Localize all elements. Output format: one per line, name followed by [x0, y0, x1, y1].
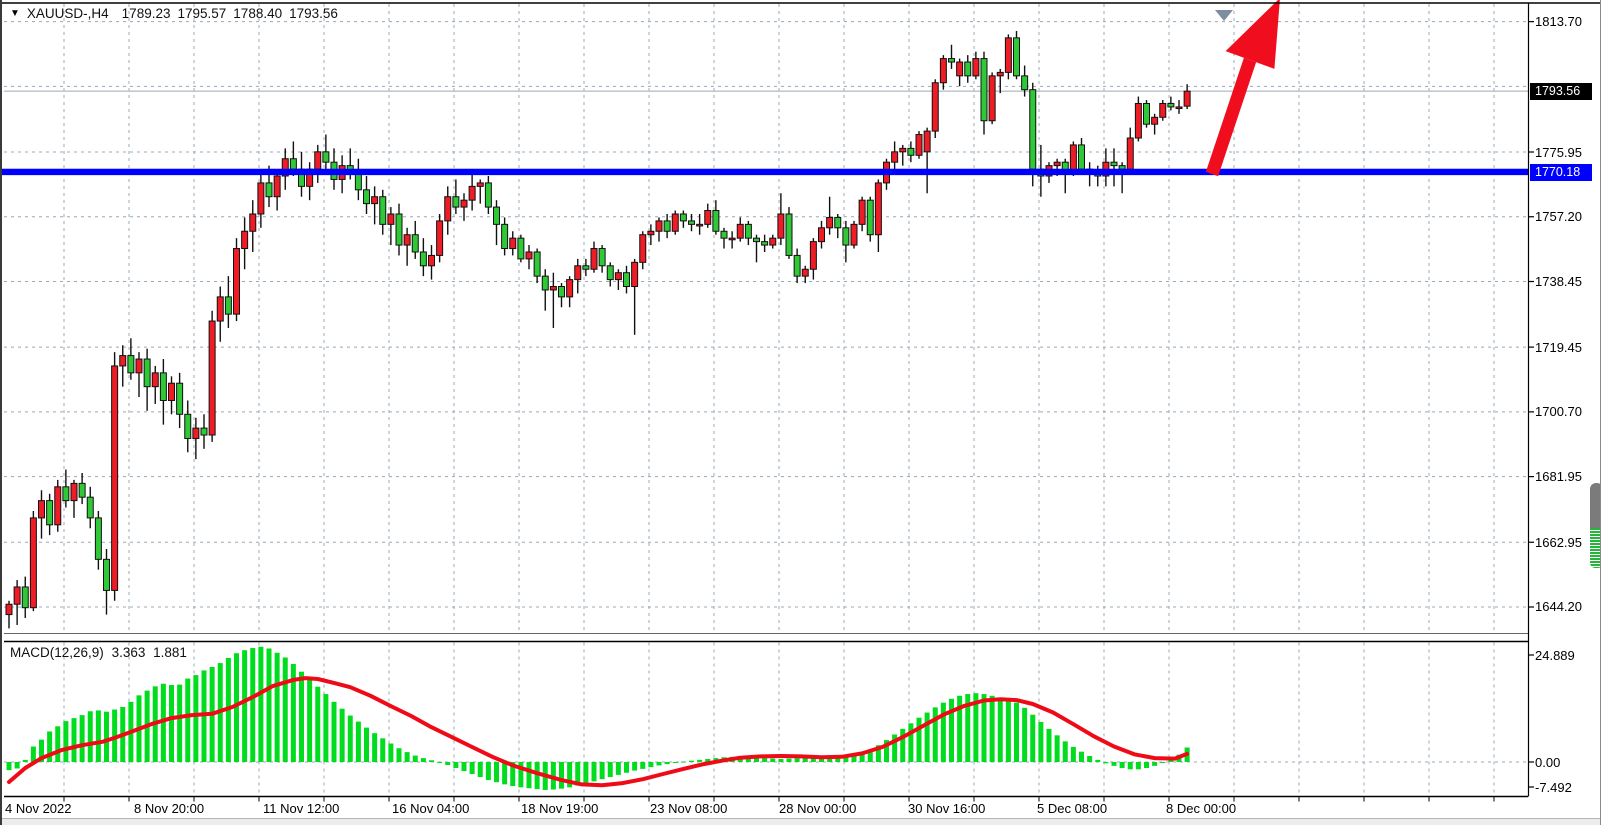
chart-window: ▼ XAUUSD-,H4 1789.23 1795.57 1788.40 179… — [0, 0, 1601, 825]
macd-axis-label: -7.492 — [1535, 780, 1572, 795]
time-axis-label: 5 Dec 08:00 — [1037, 801, 1107, 816]
chart-dropdown-icon[interactable]: ▼ — [10, 9, 20, 19]
macd-indicator-label: MACD(12,26,9) 3.363 1.881 — [10, 645, 191, 660]
macd-signal-value: 1.881 — [153, 645, 187, 660]
low-value: 1788.40 — [233, 6, 282, 21]
macd-parameters: MACD(12,26,9) — [10, 645, 104, 660]
time-axis-label: 11 Nov 12:00 — [263, 801, 339, 816]
price-axis-label: 1719.45 — [1535, 340, 1582, 355]
candlestick-series — [6, 31, 1190, 628]
macd-histogram — [7, 647, 1190, 790]
price-axis-label: 1681.95 — [1535, 469, 1582, 484]
time-axis-label: 16 Nov 04:00 — [392, 801, 469, 816]
time-axis-label: 30 Nov 16:00 — [908, 801, 985, 816]
price-axis-label: 1738.45 — [1535, 274, 1582, 289]
support-line-price-badge: 1770.18 — [1530, 164, 1592, 181]
high-value: 1795.57 — [177, 6, 226, 21]
price-axis-label: 1700.70 — [1535, 404, 1582, 419]
scrollbar-grip[interactable] — [1590, 483, 1601, 528]
breakout-arrow[interactable] — [1206, 0, 1280, 176]
window-bottom-strip — [2, 818, 1601, 825]
macd-main-value: 3.363 — [112, 645, 146, 660]
scrollbar-thumb[interactable] — [1590, 483, 1601, 568]
scrollbar-stripes — [1590, 528, 1601, 568]
price-axis-label: 1662.95 — [1535, 535, 1582, 550]
macd-axis-label: 24.889 — [1535, 648, 1575, 663]
time-axis-label: 28 Nov 00:00 — [779, 801, 856, 816]
macd-axis-label: 0.00 — [1535, 755, 1560, 770]
time-axis-label: 8 Dec 00:00 — [1166, 801, 1236, 816]
time-axis-label: 4 Nov 2022 — [5, 801, 72, 816]
current-price-badge: 1793.56 — [1530, 83, 1592, 100]
symbol-timeframe-label: XAUUSD-,H4 — [27, 6, 109, 21]
chart-canvas[interactable] — [2, 0, 1601, 825]
close-value: 1793.56 — [289, 6, 338, 21]
price-axis-label: 1775.95 — [1535, 145, 1582, 160]
time-axis-label: 23 Nov 08:00 — [650, 801, 727, 816]
support-line[interactable] — [2, 169, 1528, 175]
price-axis-label: 1644.20 — [1535, 599, 1582, 614]
open-value: 1789.23 — [122, 6, 171, 21]
price-axis-label: 1813.70 — [1535, 14, 1582, 29]
triangle-marker-icon[interactable] — [1215, 10, 1233, 21]
price-axis-label: 1757.20 — [1535, 209, 1582, 224]
chart-title-bar: ▼ XAUUSD-,H4 1789.23 1795.57 1788.40 179… — [10, 6, 338, 21]
time-axis-label: 8 Nov 20:00 — [134, 801, 204, 816]
time-axis-label: 18 Nov 19:00 — [521, 801, 598, 816]
